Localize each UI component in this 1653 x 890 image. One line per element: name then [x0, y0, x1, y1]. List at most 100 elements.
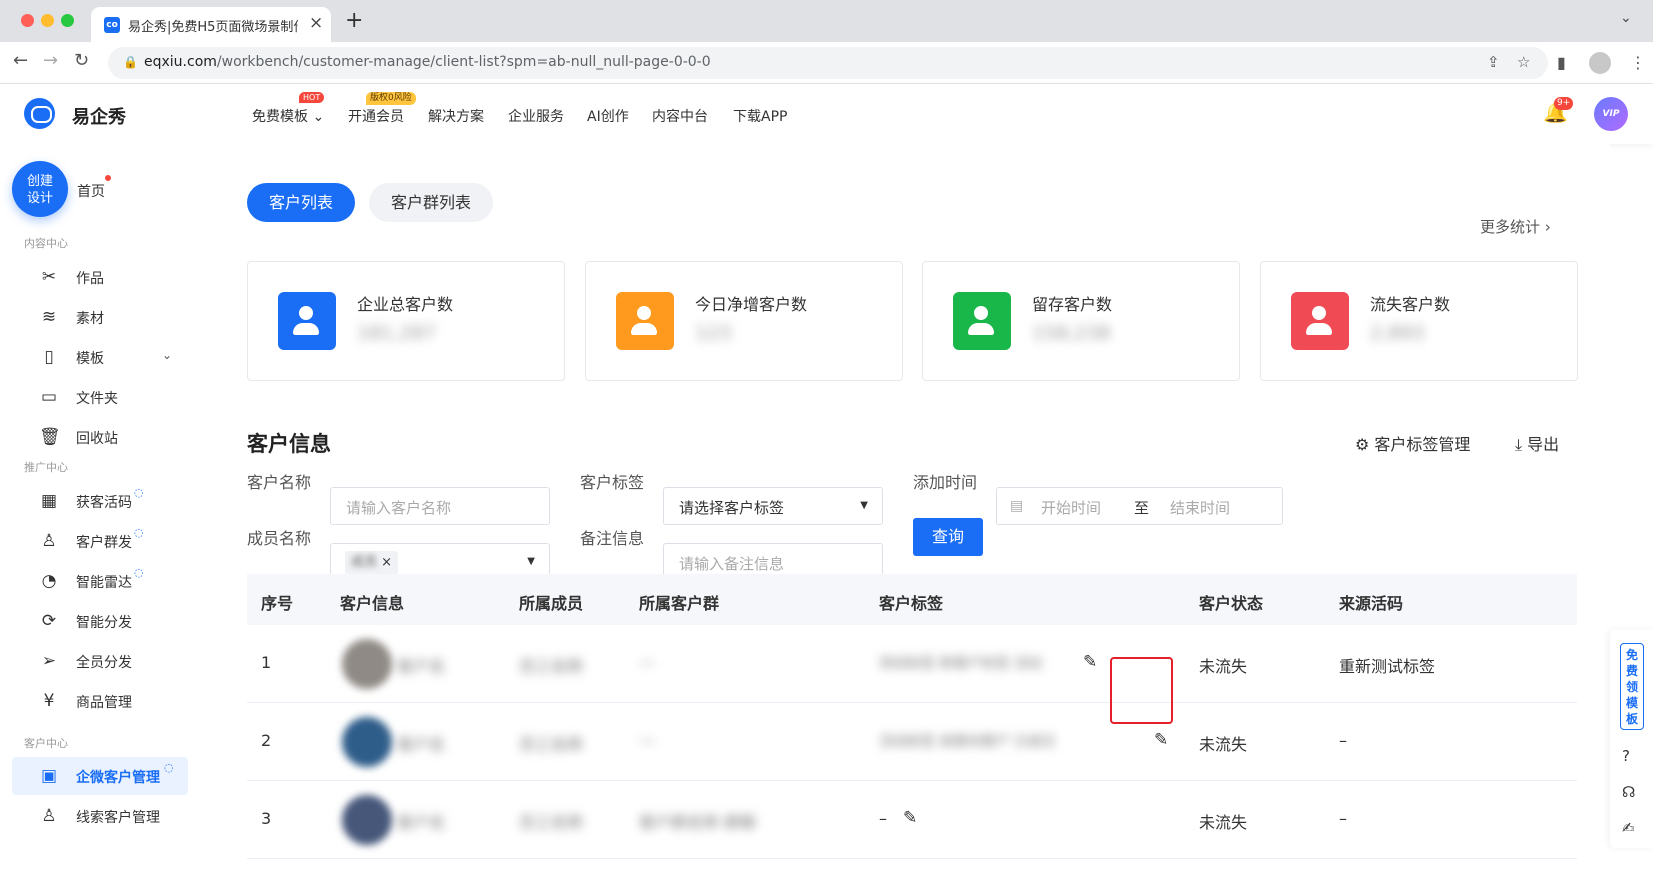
ai-sparkle-icon: ◌: [134, 566, 144, 579]
date-range-picker[interactable]: ▤ 开始时间 至 结束时间: [996, 487, 1283, 525]
trash-icon: 🗑: [39, 427, 61, 447]
user-leave-icon: [1291, 292, 1349, 350]
column-header: 序号: [261, 594, 294, 613]
sidebar-item-label: 模板: [76, 351, 104, 367]
tab-search-chevron-icon[interactable]: ⌄: [1620, 10, 1632, 26]
sidebar-item-works[interactable]: ✂ 作品: [12, 258, 188, 296]
stat-card-retained: 留存客户数 158,238: [922, 261, 1240, 381]
sidebar-item-label: 客户群发: [76, 535, 132, 551]
customer-name-input[interactable]: 请输入客户名称: [330, 487, 550, 525]
customer-tag-select[interactable]: 请选择客户标签 ▼: [663, 487, 883, 525]
maximize-window-button[interactable]: [61, 14, 74, 27]
user-send-icon: ♙: [41, 531, 57, 551]
member-name: 员工名称: [519, 735, 584, 754]
address-bar[interactable]: 🔒 eqxiu.com/workbench/customer-manage/cl…: [108, 47, 1548, 79]
sidebar-item-folder[interactable]: ▭ 文件夹: [12, 378, 188, 416]
customer-name-label: 客户名称: [247, 473, 312, 492]
sidebar-item-lead-customers[interactable]: ♙ 线索客户管理: [12, 797, 188, 835]
help-icon[interactable]: ?: [1622, 747, 1630, 765]
url-text: eqxiu.com/workbench/customer-manage/clie…: [144, 54, 711, 70]
floating-toolbar: 免费领模板 ? ☊ ✍: [1610, 630, 1653, 848]
stat-title: 流失客户数: [1370, 295, 1451, 314]
sidebar-item-goods[interactable]: ¥ 商品管理: [12, 682, 188, 720]
minimize-window-button[interactable]: [41, 14, 54, 27]
share-icon[interactable]: ⇪: [1487, 53, 1500, 71]
reload-icon[interactable]: ↻: [74, 50, 89, 71]
sidebar-item-all-staff-distribute[interactable]: ➢ 全员分发: [12, 642, 188, 680]
add-time-label: 添加时间: [913, 473, 978, 492]
table-row[interactable]: 3 客户名 员工名称 客户群名称 群聊 – ✎ 未流失 –: [247, 781, 1577, 859]
tab-customer-list[interactable]: 客户列表: [247, 183, 355, 222]
edit-pencil-icon[interactable]: ✎: [1083, 652, 1097, 672]
chip-close-icon[interactable]: ×: [381, 555, 392, 570]
forward-arrow-icon[interactable]: →: [43, 50, 58, 71]
goods-icon: ¥: [43, 691, 55, 711]
sidebar-item-wecom-customers[interactable]: ▣ 企微客户管理 ◌: [12, 757, 188, 795]
stat-card-net-new: 今日净增客户数 123: [585, 261, 903, 381]
sidebar-item-home[interactable]: 首页: [77, 181, 105, 201]
nav-ai-creation[interactable]: AI创作: [587, 106, 629, 126]
layers-icon: ≋: [41, 307, 57, 327]
close-window-button[interactable]: [21, 14, 34, 27]
logo-icon[interactable]: [24, 98, 55, 129]
sidebar-item-smart-radar[interactable]: ◔ 智能雷达 ◌: [12, 562, 188, 600]
customer-info: 客户名: [397, 657, 446, 676]
more-stats-link[interactable]: 更多统计 ›: [1480, 216, 1551, 237]
main-content: 客户列表 客户群列表 更多统计 › 企业总客户数 181,287 今日净增客户数…: [190, 144, 1610, 890]
feedback-icon[interactable]: ✍: [1622, 819, 1635, 837]
nav-solutions[interactable]: 解决方案: [428, 106, 484, 126]
end-date-placeholder: 结束时间: [1170, 499, 1231, 517]
customer-tags: –: [879, 809, 887, 828]
customer-service-icon[interactable]: ☊: [1622, 783, 1635, 801]
profile-avatar-icon[interactable]: [1589, 52, 1611, 74]
create-design-button[interactable]: 创建 设计: [12, 161, 68, 217]
tab-customer-group-list[interactable]: 客户群列表: [369, 183, 493, 222]
more-menu-icon[interactable]: ⋮: [1630, 53, 1646, 72]
sidebar-item-smart-distribute[interactable]: ⟳ 智能分发: [12, 602, 188, 640]
customer-info: 客户名: [397, 735, 446, 754]
row-index: 1: [261, 653, 272, 672]
user-avatar[interactable]: VIP: [1594, 97, 1628, 131]
source-qrcode: –: [1339, 731, 1347, 750]
logo-text[interactable]: 易企秀: [72, 103, 126, 129]
sidebar-item-customer-broadcast[interactable]: ♙ 客户群发 ◌: [12, 522, 188, 560]
query-button[interactable]: 查询: [913, 518, 983, 556]
nav-enterprise-services[interactable]: 企业服务: [508, 106, 564, 126]
stat-title: 今日净增客户数: [695, 295, 808, 314]
sidebar-item-materials[interactable]: ≋ 素材: [12, 298, 188, 336]
export-button[interactable]: ⤓ 导出: [1515, 431, 1559, 455]
stat-card-total: 企业总客户数 181,287: [247, 261, 565, 381]
browser-tab[interactable]: co 易企秀|免费H5页面微场景制作工具 ×: [91, 7, 331, 42]
create-line-1: 创建: [26, 174, 53, 189]
table-row[interactable]: 1 客户名 员工名称 — 测试标签 新客户标签 活动 ✎ 未流失 重新测试标签: [247, 625, 1577, 703]
sidebar-item-label: 智能分发: [76, 615, 132, 631]
customer-group: —: [639, 731, 655, 750]
back-arrow-icon[interactable]: ←: [13, 50, 28, 71]
edit-pencil-icon[interactable]: ✎: [1154, 730, 1168, 750]
tab-close-icon[interactable]: ×: [309, 13, 323, 33]
sidebar-item-label: 商品管理: [76, 695, 132, 711]
side-panel-icon[interactable]: ▮: [1557, 53, 1566, 72]
sidebar-item-templates[interactable]: ▯ 模板 ⌄: [12, 338, 188, 376]
nav-free-templates[interactable]: 免费模板 ⌄: [252, 106, 324, 126]
nav-content-hub[interactable]: 内容中台: [652, 106, 708, 126]
column-header: 客户信息: [340, 594, 405, 613]
stat-title: 留存客户数: [1032, 295, 1113, 314]
sidebar-item-label: 回收站: [76, 431, 118, 447]
customer-avatar: [342, 639, 392, 689]
edit-pencil-icon[interactable]: ✎: [903, 808, 917, 828]
tag-manage-button[interactable]: ⚙ 客户标签管理: [1355, 431, 1470, 455]
free-template-button[interactable]: 免费领模板: [1620, 643, 1644, 730]
table-row[interactable]: 2 客户名 员工名称 — 活动标签 高意向客户 已成交 ✎ 未流失 –: [247, 703, 1577, 781]
nav-download-app[interactable]: 下载APP: [733, 106, 787, 126]
section-label-content: 内容中心: [24, 237, 68, 250]
sidebar-item-recycle-bin[interactable]: 🗑 回收站: [12, 418, 188, 456]
caret-down-icon: ▼: [527, 556, 535, 567]
stat-value: 123: [695, 322, 732, 344]
member-name-label: 成员名称: [247, 529, 312, 548]
template-icon: ▯: [44, 347, 54, 367]
new-tab-icon[interactable]: +: [345, 8, 363, 33]
nav-membership[interactable]: 开通会员: [348, 106, 404, 126]
bookmark-star-icon[interactable]: ☆: [1517, 53, 1530, 71]
sidebar-item-lead-qrcode[interactable]: ▦ 获客活码 ◌: [12, 482, 188, 520]
